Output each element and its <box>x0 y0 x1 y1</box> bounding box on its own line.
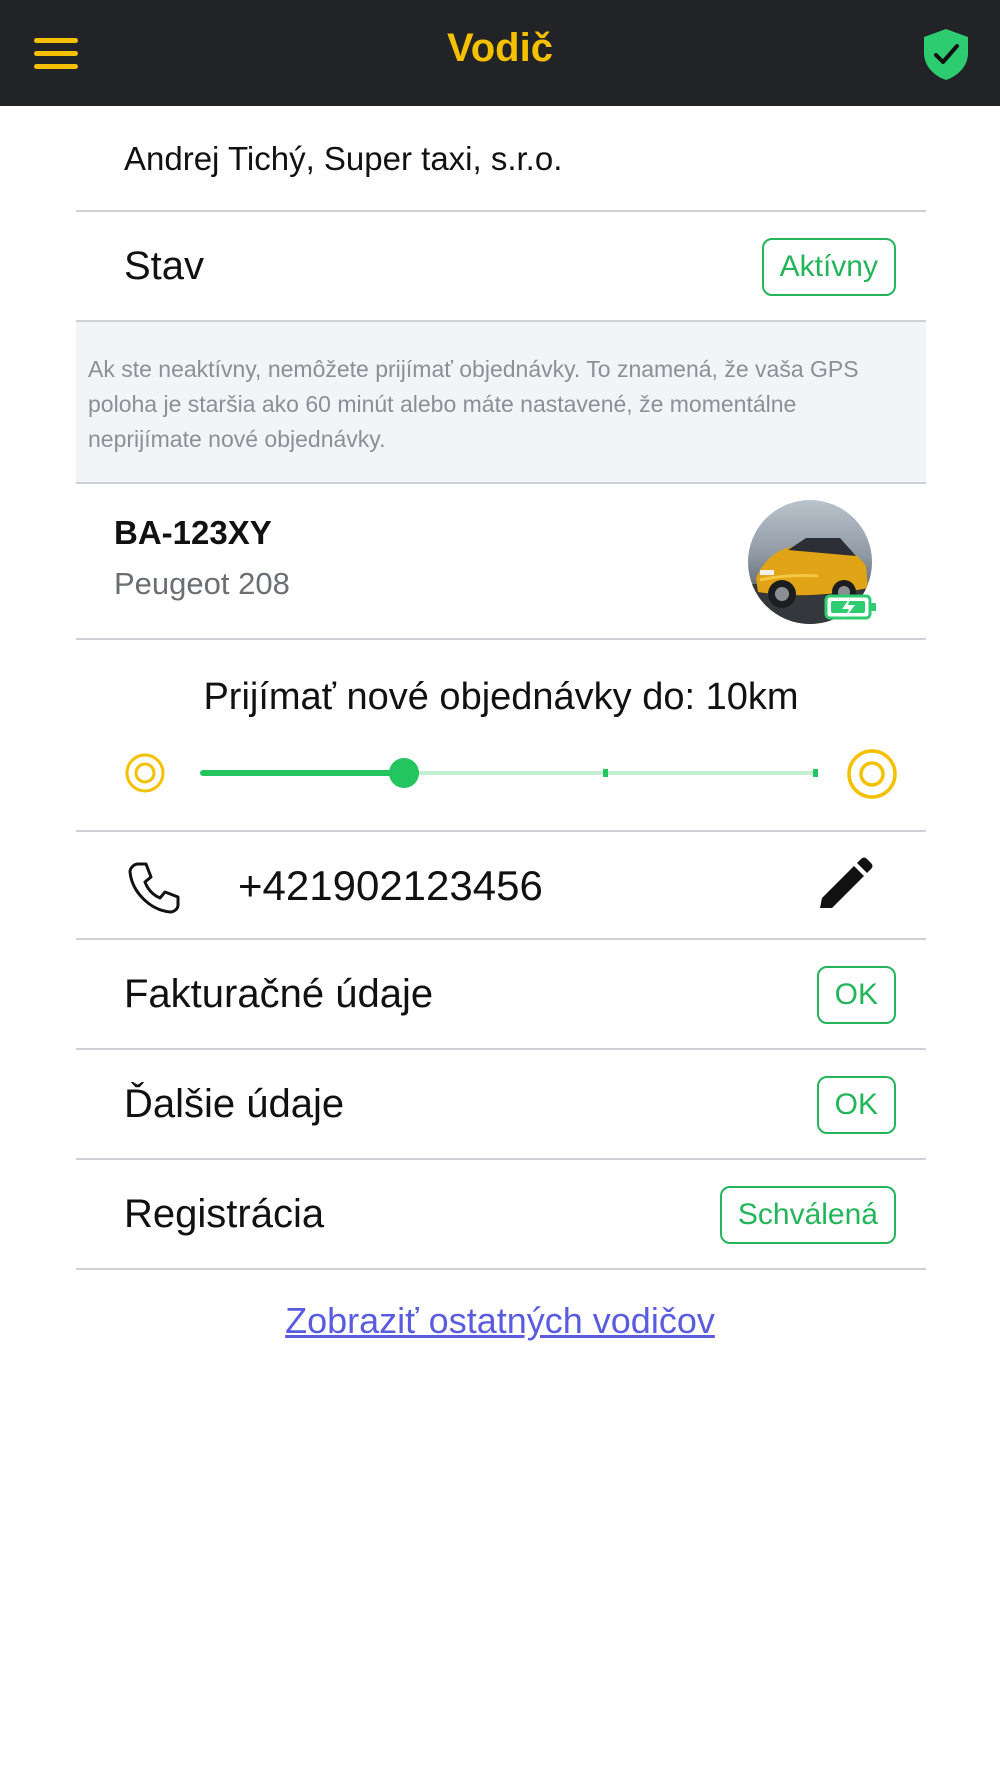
slider-tick <box>602 769 608 777</box>
phone-icon <box>128 862 180 914</box>
order-range-label: Prijímať nové objednávky do: 10km <box>203 676 799 718</box>
page-title: Vodič <box>447 26 553 70</box>
phone-row: +421902123456 <box>76 832 926 940</box>
billing-row[interactable]: Fakturačné údaje OK <box>76 940 926 1050</box>
target-large-icon[interactable] <box>846 748 898 800</box>
show-other-drivers-link[interactable]: Zobraziť ostatných vodičov <box>285 1300 715 1341</box>
battery-charging-icon <box>824 594 876 620</box>
registration-row[interactable]: Registrácia Schválená <box>76 1160 926 1270</box>
other-drivers-link-wrap: Zobraziť ostatných vodičov <box>0 1300 1000 1342</box>
phone-number: +421902123456 <box>238 862 543 909</box>
slider-fill <box>200 770 404 776</box>
slider-thumb[interactable] <box>388 758 419 788</box>
target-small-icon[interactable] <box>124 752 166 794</box>
status-label: Stav <box>124 244 205 288</box>
range-slider[interactable] <box>200 750 818 796</box>
status-notice: Ak ste neaktívny, nemôžete prijímať obje… <box>76 322 926 484</box>
billing-status-badge[interactable]: OK <box>816 966 896 1024</box>
status-badge[interactable]: Aktívny <box>761 238 896 296</box>
vehicle-model: Peugeot 208 <box>114 566 290 601</box>
slider-tick <box>813 769 818 777</box>
shield-check-icon[interactable] <box>918 26 974 82</box>
registration-status-badge[interactable]: Schválená <box>719 1186 896 1244</box>
additional-info-status-badge[interactable]: OK <box>816 1076 896 1134</box>
driver-details: Andrej Tichý, Super taxi, s.r.o. Stav Ak… <box>76 106 926 1270</box>
status-row: Stav Aktívny <box>76 212 926 322</box>
billing-label: Fakturačné údaje <box>124 972 434 1016</box>
top-app-bar: Vodič <box>0 0 1000 106</box>
vehicle-row[interactable]: BA-123XY Peugeot 208 <box>76 484 926 640</box>
order-range-row: Prijímať nové objednávky do: 10km <box>76 640 926 832</box>
driver-company: Andrej Tichý, Super taxi, s.r.o. <box>124 140 563 177</box>
pencil-icon[interactable] <box>812 856 874 918</box>
additional-info-row[interactable]: Ďalšie údaje OK <box>76 1050 926 1160</box>
driver-company-row: Andrej Tichý, Super taxi, s.r.o. <box>76 106 926 212</box>
vehicle-plate: BA-123XY <box>114 514 272 551</box>
additional-info-label: Ďalšie údaje <box>124 1082 345 1126</box>
registration-label: Registrácia <box>124 1192 325 1236</box>
